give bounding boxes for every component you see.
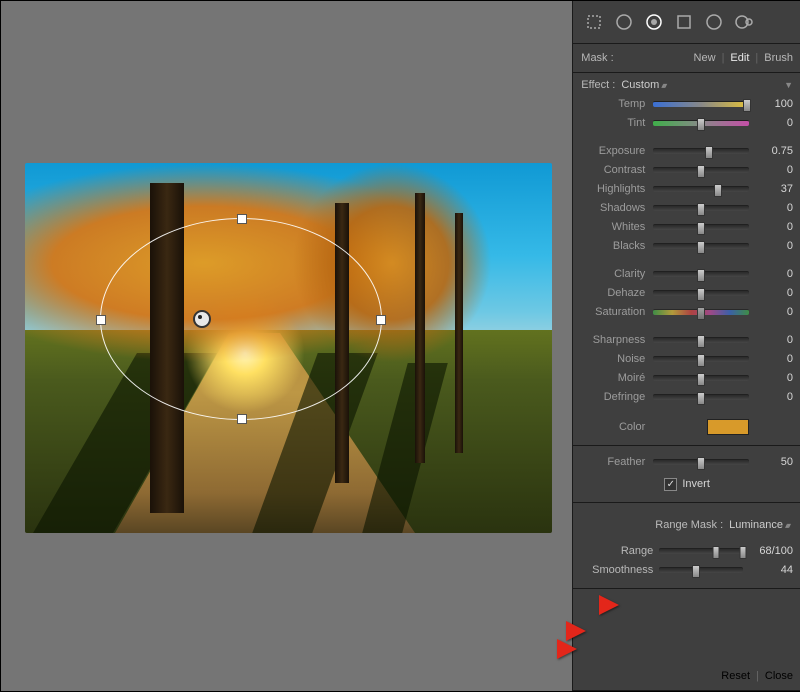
tool-strip — [573, 1, 800, 44]
radial-handle-top[interactable] — [237, 214, 247, 224]
brush-tool-icon[interactable] — [733, 11, 755, 33]
contrast-slider[interactable]: Contrast0 — [581, 161, 793, 179]
radial-handle-bottom[interactable] — [237, 414, 247, 424]
graduated-filter-icon[interactable] — [673, 11, 695, 33]
redeye-tool-icon[interactable] — [643, 11, 665, 33]
mask-label: Mask : — [581, 52, 613, 64]
noise-slider[interactable]: Noise0 — [581, 350, 793, 368]
annotation-arrow-icon — [599, 595, 619, 615]
panel-footer: Reset | Close — [573, 662, 800, 691]
radial-filter-pin[interactable] — [193, 310, 211, 328]
tint-slider[interactable]: Tint0 — [581, 114, 793, 132]
color-row: Color 0 — [581, 418, 793, 436]
range-mask-section: Range Mask : Luminance▴▾ Range 68/100 Sm… — [573, 503, 800, 589]
feather-slider[interactable]: Feather50 — [581, 453, 793, 471]
close-button[interactable]: Close — [765, 670, 793, 682]
mask-edit[interactable]: Edit — [730, 52, 749, 64]
crop-tool-icon[interactable] — [583, 11, 605, 33]
shadows-slider[interactable]: Shadows0 — [581, 199, 793, 217]
blacks-slider[interactable]: Blacks0 — [581, 237, 793, 255]
effect-label: Effect : — [581, 79, 615, 91]
dehaze-slider[interactable]: Dehaze0 — [581, 284, 793, 302]
preview-image — [25, 163, 552, 533]
radial-filter-overlay[interactable] — [100, 218, 382, 420]
effect-select[interactable]: Custom▴▾ — [621, 79, 665, 91]
invert-label: Invert — [682, 478, 710, 490]
range-mask-select[interactable]: Luminance▴▾ — [729, 519, 789, 531]
spot-tool-icon[interactable] — [613, 11, 635, 33]
effect-section: Effect : Custom▴▾ ▼ Temp100 Tint0 Exposu… — [573, 73, 800, 446]
smoothness-slider[interactable]: Smoothness 44 — [581, 561, 793, 579]
radial-filter-icon[interactable] — [703, 11, 725, 33]
annotation-arrow-icon — [566, 621, 586, 641]
mask-row: Mask : New | Edit | Brush — [573, 44, 800, 73]
temp-slider[interactable]: Temp100 — [581, 95, 793, 113]
color-swatch[interactable] — [707, 419, 749, 435]
mask-new[interactable]: New — [694, 52, 716, 64]
defringe-slider[interactable]: Defringe0 — [581, 388, 793, 406]
exposure-slider[interactable]: Exposure0.75 — [581, 142, 793, 160]
panel-collapse-icon[interactable]: ▼ — [784, 80, 793, 90]
range-slider[interactable]: Range 68/100 — [581, 542, 793, 560]
saturation-slider[interactable]: Saturation0 — [581, 303, 793, 321]
mask-brush[interactable]: Brush — [764, 52, 793, 64]
sharpness-slider[interactable]: Sharpness0 — [581, 331, 793, 349]
clarity-slider[interactable]: Clarity0 — [581, 265, 793, 283]
moire-slider[interactable]: Moiré0 — [581, 369, 793, 387]
annotation-arrow-icon — [557, 639, 577, 659]
range-mask-label: Range Mask : — [655, 519, 723, 531]
invert-checkbox[interactable]: ✓ — [664, 478, 677, 491]
radial-handle-right[interactable] — [376, 315, 386, 325]
radial-handle-left[interactable] — [96, 315, 106, 325]
whites-slider[interactable]: Whites0 — [581, 218, 793, 236]
highlights-slider[interactable]: Highlights37 — [581, 180, 793, 198]
feather-section: Feather50 ✓ Invert — [573, 446, 800, 503]
reset-button[interactable]: Reset — [721, 670, 750, 682]
image-canvas[interactable] — [1, 1, 572, 691]
adjustments-panel: Mask : New | Edit | Brush Effect : Custo… — [572, 1, 800, 691]
